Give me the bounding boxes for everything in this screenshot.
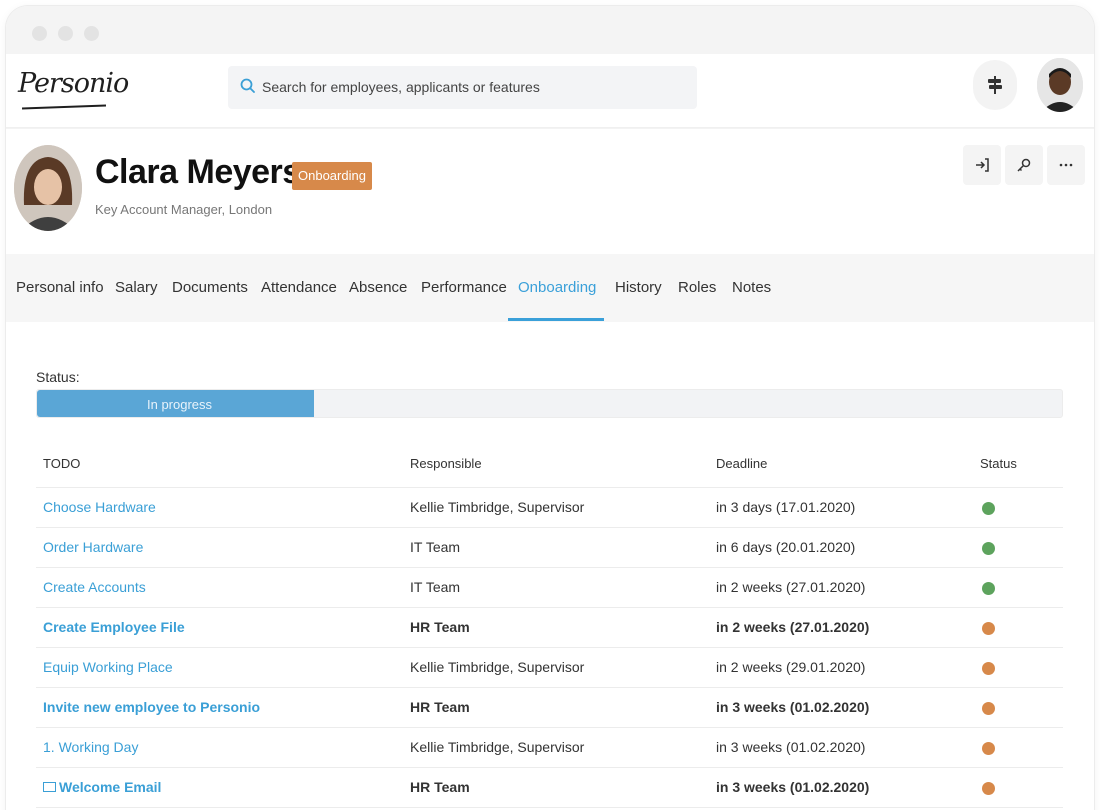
app-window: Personio Search for employees, applicant… [6,6,1094,810]
table-row: Create Accounts IT Team in 2 weeks (27.0… [36,568,1063,608]
search-bar[interactable]: Search for employees, applicants or feat… [228,66,697,109]
window-zoom-dot[interactable] [84,26,99,41]
signpost-button[interactable] [973,60,1017,110]
column-todo: TODO [43,456,81,471]
todo-label: Welcome Email [59,779,162,795]
tab-absence[interactable]: Absence [349,279,407,296]
table-row: Welcome Email HR Team in 3 weeks (01.02.… [36,768,1063,808]
todo-link[interactable]: 1. Working Day [43,739,138,755]
deadline-cell: in 2 weeks (27.01.2020) [716,579,866,595]
tab-history[interactable]: History [615,279,662,296]
deadline-cell: in 3 weeks (01.02.2020) [716,779,870,795]
tab-personal-info[interactable]: Personal info [16,279,104,296]
mail-icon [43,782,56,792]
table-row: Create Employee File HR Team in 2 weeks … [36,608,1063,648]
employee-title: Key Account Manager, London [95,202,273,217]
tab-notes[interactable]: Notes [732,279,771,296]
profile-header: Clara Meyers Onboarding Key Account Mana… [6,128,1094,254]
tab-attendance[interactable]: Attendance [261,279,337,296]
column-responsible: Responsible [410,456,482,471]
key-icon [1017,158,1031,172]
tab-onboarding[interactable]: Onboarding [518,279,596,296]
employee-name: Clara Meyers [95,153,301,191]
table-row: Invite new employee to Personio HR Team … [36,688,1063,728]
status-dot [982,582,995,595]
deadline-cell: in 2 weeks (27.01.2020) [716,619,870,635]
signpost-icon [988,76,1002,94]
table-row: Choose Hardware Kellie Timbridge, Superv… [36,488,1063,528]
status-dot [982,662,995,675]
responsible-cell: IT Team [410,579,461,595]
responsible-cell: Kellie Timbridge, Supervisor [410,739,585,755]
window-minimize-dot[interactable] [58,26,73,41]
tab-salary[interactable]: Salary [115,279,158,296]
status-badge: Onboarding [292,162,372,190]
deadline-cell: in 6 days (20.01.2020) [716,539,856,555]
responsible-cell: HR Team [410,619,470,635]
status-dot [982,742,995,755]
active-tab-indicator [508,318,604,321]
deadline-cell: in 3 weeks (01.02.2020) [716,699,870,715]
deadline-cell: in 3 days (17.01.2020) [716,499,856,515]
status-label: Status: [36,369,80,385]
table-row: 1. Working Day Kellie Timbridge, Supervi… [36,728,1063,768]
todo-table: TODO Responsible Deadline Status Choose … [36,444,1063,808]
table-row: Equip Working Place Kellie Timbridge, Su… [36,648,1063,688]
todo-link[interactable]: Create Employee File [43,619,185,635]
responsible-cell: Kellie Timbridge, Supervisor [410,499,585,515]
responsible-cell: HR Team [410,699,470,715]
progress-text: In progress [147,397,213,412]
todo-link[interactable]: Welcome Email [43,779,161,795]
search-input[interactable]: Search for employees, applicants or feat… [262,79,540,95]
logo-underline [21,104,107,110]
window-close-dot[interactable] [32,26,47,41]
todo-link[interactable]: Invite new employee to Personio [43,699,260,715]
more-options-button[interactable] [1047,145,1085,185]
responsible-cell: HR Team [410,779,470,795]
tab-documents[interactable]: Documents [172,279,248,296]
table-header: TODO Responsible Deadline Status [36,444,1063,488]
personio-logo[interactable]: Personio [18,66,129,112]
logo-text: Personio [18,68,129,99]
status-dot [982,502,995,515]
status-dot [982,782,995,795]
status-dot [982,542,995,555]
sign-in-icon [976,158,989,172]
responsible-cell: Kellie Timbridge, Supervisor [410,659,585,675]
search-icon [240,78,255,93]
deadline-cell: in 3 weeks (01.02.2020) [716,739,866,755]
status-dot [982,702,995,715]
employee-avatar [14,145,82,231]
top-bar: Personio Search for employees, applicant… [6,54,1094,128]
edit-button[interactable] [1005,145,1043,185]
tab-performance[interactable]: Performance [421,279,507,296]
responsible-cell: IT Team [410,539,461,555]
table-row: Order Hardware IT Team in 6 days (20.01.… [36,528,1063,568]
login-as-button[interactable] [963,145,1001,185]
column-deadline: Deadline [716,456,768,471]
todo-link[interactable]: Create Accounts [43,579,146,595]
title-bar [6,6,1094,54]
more-icon [1059,163,1073,167]
profile-tabs: Personal info Salary Documents Attendanc… [6,254,1094,322]
status-dot [982,622,995,635]
user-avatar[interactable] [1037,58,1083,112]
tab-roles[interactable]: Roles [678,279,716,296]
todo-link[interactable]: Equip Working Place [43,659,173,675]
todo-link[interactable]: Order Hardware [43,539,143,555]
progress-bar: In progress [36,389,1063,418]
deadline-cell: in 2 weeks (29.01.2020) [716,659,866,675]
column-status: Status [980,456,1017,471]
todo-link[interactable]: Choose Hardware [43,499,156,515]
